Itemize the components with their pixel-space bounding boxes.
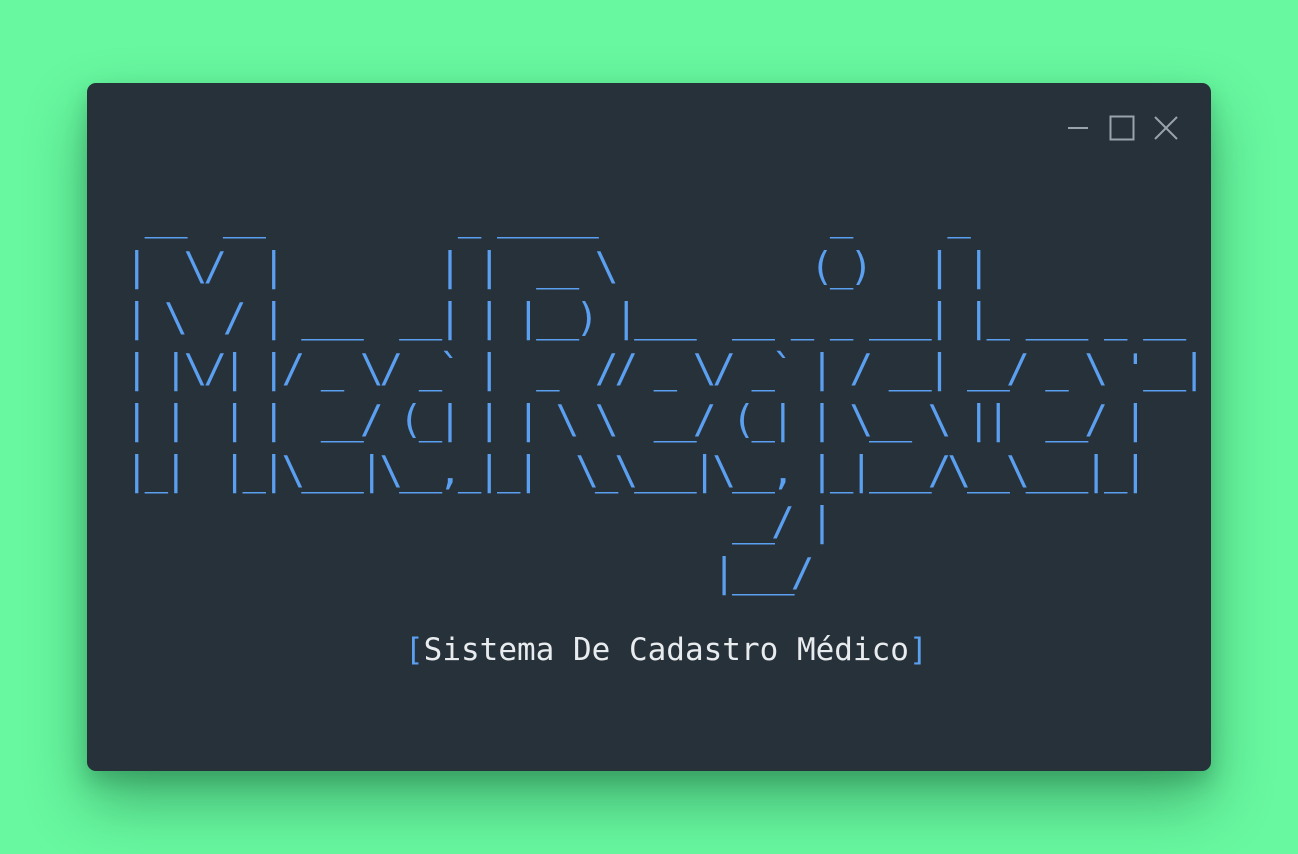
subtitle-close-bracket: ]	[908, 632, 928, 668]
banner-line: __ __ _ _____ _ _	[125, 194, 971, 239]
banner-line: __/ |	[125, 500, 834, 545]
maximize-icon	[1109, 115, 1135, 141]
banner-line: |_| |_|\___|\__,_|_| \_\___|\__, |_|___/…	[125, 449, 1147, 494]
close-icon	[1154, 116, 1178, 140]
subtitle-open-bracket: [	[405, 632, 424, 668]
banner-line: | \/ | | | __ \ (_) | |	[125, 245, 990, 290]
terminal-window: __ __ _ _____ _ _ | \/ | | | __ \ (_) | |…	[87, 83, 1211, 771]
maximize-button[interactable]	[1107, 113, 1137, 143]
minimize-button[interactable]	[1063, 113, 1093, 143]
window-controls	[1063, 113, 1181, 143]
banner-line: | |\/| |/ _ \/ _` | _ // _ \/ _` | / __|…	[125, 347, 1206, 392]
banner-line: |___/	[125, 551, 814, 596]
minimize-icon	[1068, 127, 1088, 129]
banner-line: | | | | __/ (_| | | \ \ __/ (_| | \__ \ …	[125, 398, 1147, 443]
subtitle-text: Sistema De Cadastro Médico	[423, 632, 909, 668]
close-button[interactable]	[1151, 113, 1181, 143]
ascii-art-banner: __ __ _ _____ _ _ | \/ | | | __ \ (_) | |…	[125, 191, 1206, 599]
banner-line: | \ / | ___ __| | |__) |___ __ _ _ ___| …	[125, 296, 1186, 341]
app-subtitle: [Sistema De Cadastro Médico]	[405, 628, 928, 672]
